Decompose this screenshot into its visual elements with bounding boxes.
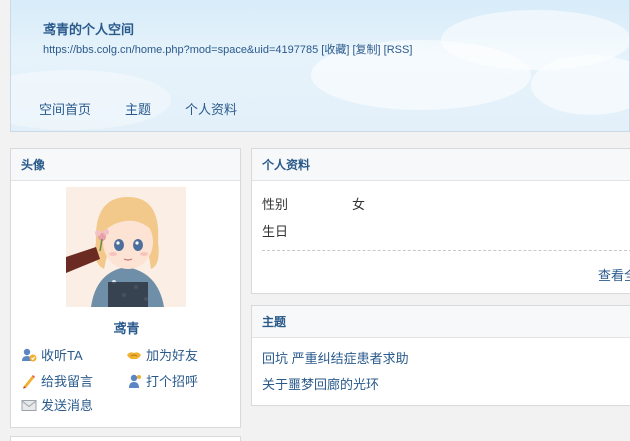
leave-message-button[interactable]: 给我留言 xyxy=(21,371,93,390)
gender-value: 女 xyxy=(352,197,366,212)
divider xyxy=(262,250,630,251)
space-header: 鸢青的个人空间 https://bbs.colg.cn/home.php?mod… xyxy=(10,0,630,132)
nav-threads[interactable]: 主题 xyxy=(125,99,151,118)
profile-row-gender: 性别 女 xyxy=(262,194,365,213)
envelope-icon xyxy=(21,397,37,413)
send-message-button[interactable]: 发送消息 xyxy=(21,395,93,414)
threads-panel-title: 主题 xyxy=(252,306,630,338)
view-all-link[interactable]: 查看全 xyxy=(598,265,630,284)
nav-home[interactable]: 空间首页 xyxy=(39,99,91,118)
add-friend-button[interactable]: 加为好友 xyxy=(126,345,198,364)
follow-label: 收听TA xyxy=(41,348,83,363)
say-hello-label: 打个招呼 xyxy=(146,374,199,389)
username[interactable]: 鸢青 xyxy=(11,318,242,337)
follow-icon xyxy=(21,347,37,363)
wave-icon xyxy=(126,373,142,389)
profile-panel: 个人资料 性别 女 生日 查看全 xyxy=(251,148,630,294)
avatar[interactable] xyxy=(66,187,186,307)
nav-profile[interactable]: 个人资料 xyxy=(185,99,237,118)
pencil-icon xyxy=(21,373,37,389)
rss-link[interactable]: [RSS] xyxy=(384,44,413,56)
profile-panel-title: 个人资料 xyxy=(252,149,630,181)
handshake-icon xyxy=(126,347,142,363)
space-url[interactable]: https://bbs.colg.cn/home.php?mod=space&u… xyxy=(43,44,318,56)
favorite-link[interactable]: [收藏] xyxy=(321,44,349,56)
send-message-label: 发送消息 xyxy=(41,398,94,413)
profile-row-birthday: 生日 xyxy=(262,221,352,240)
gender-label: 性别 xyxy=(262,197,289,212)
avatar-panel: 头像 鸢青 收听TA 加为好友 给我留言 打个招呼 发送消息 xyxy=(10,148,241,428)
thread-link[interactable]: 关于噩梦回廊的光环 xyxy=(262,374,379,393)
say-hello-button[interactable]: 打个招呼 xyxy=(126,371,198,390)
space-title[interactable]: 鸢青的个人空间 xyxy=(43,19,134,38)
space-url-line: https://bbs.colg.cn/home.php?mod=space&u… xyxy=(43,41,412,57)
threads-panel: 主题 回坑 严重纠结症患者求助 关于噩梦回廊的光环 xyxy=(251,305,630,406)
add-friend-label: 加为好友 xyxy=(146,348,199,363)
avatar-image xyxy=(66,187,186,307)
cloud-decoration xyxy=(531,55,629,115)
next-panel xyxy=(10,436,241,441)
space-nav: 空间首页 主题 个人资料 xyxy=(39,99,271,118)
birthday-label: 生日 xyxy=(262,224,289,239)
copy-link[interactable]: [复制] xyxy=(352,44,380,56)
avatar-panel-title: 头像 xyxy=(11,149,240,181)
thread-link[interactable]: 回坑 严重纠结症患者求助 xyxy=(262,348,409,367)
leave-message-label: 给我留言 xyxy=(41,374,94,389)
follow-button[interactable]: 收听TA xyxy=(21,345,83,364)
